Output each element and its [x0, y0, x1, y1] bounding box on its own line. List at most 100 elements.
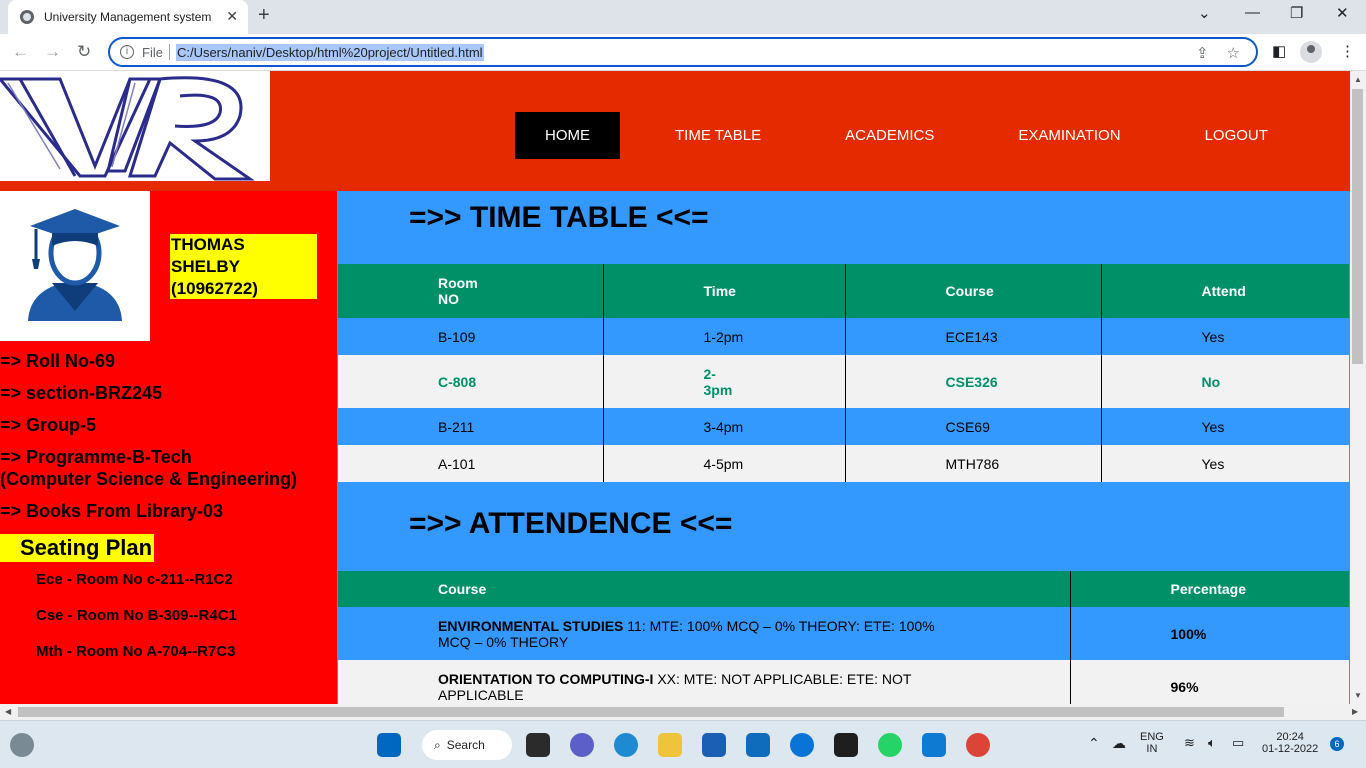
- share-icon[interactable]: ⇪: [1196, 44, 1209, 62]
- forward-icon[interactable]: →: [44, 42, 61, 62]
- scroll-right-icon[interactable]: ▶: [1352, 707, 1358, 716]
- divider: [168, 44, 170, 60]
- file-label: File: [142, 44, 163, 60]
- taskbar-search[interactable]: ⌕ Search: [422, 730, 512, 760]
- info-icon[interactable]: i: [120, 45, 134, 59]
- back-icon[interactable]: ←: [12, 42, 29, 62]
- attendance-course-cell: ORIENTATION TO COMPUTING-I XX: MTE: NOT …: [338, 660, 1071, 704]
- minimize-icon[interactable]: —: [1245, 4, 1260, 21]
- battery-icon[interactable]: ▭: [1232, 735, 1244, 751]
- library-books-info: => Books From Library-03: [0, 501, 224, 521]
- page-viewport: HOME TIME TABLE ACADEMICS EXAMINATION LO…: [0, 71, 1350, 704]
- volume-icon[interactable]: 🔈︎: [1208, 735, 1216, 751]
- graduate-icon: [28, 209, 122, 321]
- clock[interactable]: 20:24 01-12-2022: [1262, 731, 1318, 755]
- bookmark-star-icon[interactable]: ☆: [1227, 44, 1240, 62]
- pycharm-icon[interactable]: [834, 733, 858, 757]
- scroll-down-icon[interactable]: ▼: [1354, 691, 1362, 700]
- attend-cell: Yes: [1101, 318, 1349, 355]
- room-cell: C-808: [338, 355, 604, 408]
- section-info: => section-BRZ245: [0, 383, 163, 403]
- seating-plan-title: Seating Plan: [0, 534, 155, 562]
- tab-strip: University Management system ✕ + ⌄ — ❐ ✕: [0, 0, 1366, 34]
- language-indicator[interactable]: ENG IN: [1140, 731, 1164, 755]
- table-row: C-808 2-3pm CSE326 No: [338, 355, 1349, 408]
- student-sidebar: THOMAS SHELBY (10962722) => Roll No-69 =…: [0, 191, 337, 704]
- nav-academics[interactable]: ACADEMICS: [815, 112, 964, 159]
- windows-taskbar: ⌕ Search ⌃ ☁ ENG IN ≋ 🔈︎ ▭ 20:24 01-12-2…: [0, 720, 1366, 768]
- attend-cell: No: [1101, 355, 1349, 408]
- attendance-percentage-cell: 100%: [1070, 607, 1349, 660]
- programme-info: => Programme-B-Tech: [0, 447, 192, 467]
- start-icon[interactable]: [377, 733, 401, 757]
- timetable-table: Room NO Time Course Attend B-109 1-2pm E…: [338, 264, 1349, 482]
- vertical-scroll-thumb[interactable]: [1352, 89, 1363, 364]
- scroll-up-icon[interactable]: ▲: [1354, 75, 1362, 84]
- nav-logout[interactable]: LOGOUT: [1175, 112, 1298, 159]
- attendance-percentage-cell: 96%: [1070, 660, 1349, 704]
- student-name-last: SHELBY: [171, 257, 240, 276]
- close-tab-icon[interactable]: ✕: [226, 8, 238, 25]
- nav-examination[interactable]: EXAMINATION: [988, 112, 1150, 159]
- chrome-icon[interactable]: [966, 733, 990, 757]
- attend-cell: Yes: [1101, 408, 1349, 445]
- scroll-left-icon[interactable]: ◀: [5, 707, 11, 716]
- browser-tab[interactable]: University Management system ✕: [8, 0, 248, 34]
- clock-time: 20:24: [1276, 731, 1304, 743]
- menu-kebab-icon[interactable]: ⋮: [1340, 42, 1355, 60]
- url-text[interactable]: C:/Users/naniv/Desktop/html%20project/Un…: [175, 43, 484, 61]
- tab-search-icon[interactable]: ⌄: [1198, 4, 1211, 22]
- weather-icon[interactable]: [10, 733, 34, 757]
- vertical-scrollbar[interactable]: ▲ ▼: [1350, 71, 1366, 704]
- course-cell: CSE326: [845, 355, 1102, 408]
- seating-item: Cse - Room No B-309--R4C1: [36, 607, 237, 624]
- close-window-icon[interactable]: ✕: [1336, 4, 1349, 22]
- nav-time-table[interactable]: TIME TABLE: [645, 112, 791, 159]
- room-cell: B-109: [338, 318, 604, 355]
- student-avatar: [0, 191, 150, 341]
- app-icon[interactable]: [746, 733, 770, 757]
- nav-home[interactable]: HOME: [515, 112, 620, 159]
- notification-badge[interactable]: 6: [1330, 737, 1344, 751]
- teams-icon[interactable]: [570, 733, 594, 757]
- help-icon[interactable]: [790, 733, 814, 757]
- horizontal-scroll-thumb[interactable]: [18, 707, 1284, 717]
- student-id: (10962722): [171, 279, 258, 298]
- time-cell: 1-2pm: [603, 318, 846, 355]
- timetable-header-room: Room NO: [338, 264, 604, 318]
- task-view-icon[interactable]: [526, 733, 550, 757]
- table-row: B-109 1-2pm ECE143 Yes: [338, 318, 1349, 355]
- timetable-header-attend: Attend: [1101, 264, 1349, 318]
- seating-item: Ece - Room No c-211--R1C2: [36, 571, 233, 588]
- attendance-table: Course Percentage ENVIRONMENTAL STUDIES …: [338, 571, 1349, 704]
- profile-avatar-icon[interactable]: [1300, 41, 1322, 63]
- store-icon[interactable]: [702, 733, 726, 757]
- main-content: =>> TIME TABLE <<= Room NO Time Course A…: [337, 191, 1350, 704]
- side-panel-icon[interactable]: ◧: [1272, 42, 1286, 60]
- reload-icon[interactable]: ↻: [77, 42, 91, 62]
- attendance-course-name: ENVIRONMENTAL STUDIES: [438, 617, 624, 634]
- globe-icon: [20, 10, 34, 24]
- edge-icon[interactable]: [614, 733, 638, 757]
- search-icon: ⌕: [434, 737, 441, 752]
- horizontal-scrollbar[interactable]: ◀ ▶: [0, 704, 1366, 720]
- room-cell: B-211: [338, 408, 604, 445]
- maximize-icon[interactable]: ❐: [1290, 4, 1303, 22]
- table-row: B-211 3-4pm CSE69 Yes: [338, 408, 1349, 445]
- timetable-header-time: Time: [603, 264, 846, 318]
- time-cell: 2-3pm: [603, 355, 846, 408]
- group-info: => Group-5: [0, 415, 97, 435]
- vscode-icon[interactable]: [922, 733, 946, 757]
- time-cell: 4-5pm: [603, 445, 846, 482]
- whatsapp-icon[interactable]: [878, 733, 902, 757]
- new-tab-icon[interactable]: +: [258, 4, 270, 27]
- course-cell: MTH786: [845, 445, 1102, 482]
- cloud-icon[interactable]: ☁: [1112, 735, 1126, 752]
- chevron-up-icon[interactable]: ⌃: [1088, 735, 1100, 752]
- wifi-icon[interactable]: ≋: [1184, 735, 1195, 751]
- taskbar-search-label: Search: [446, 738, 485, 752]
- file-explorer-icon[interactable]: [658, 733, 682, 757]
- browser-toolbar: ← → ↻ i File C:/Users/naniv/Desktop/html…: [0, 34, 1366, 71]
- attendance-header-course: Course: [338, 571, 1071, 607]
- address-bar[interactable]: i File C:/Users/naniv/Desktop/html%20pro…: [108, 37, 1258, 67]
